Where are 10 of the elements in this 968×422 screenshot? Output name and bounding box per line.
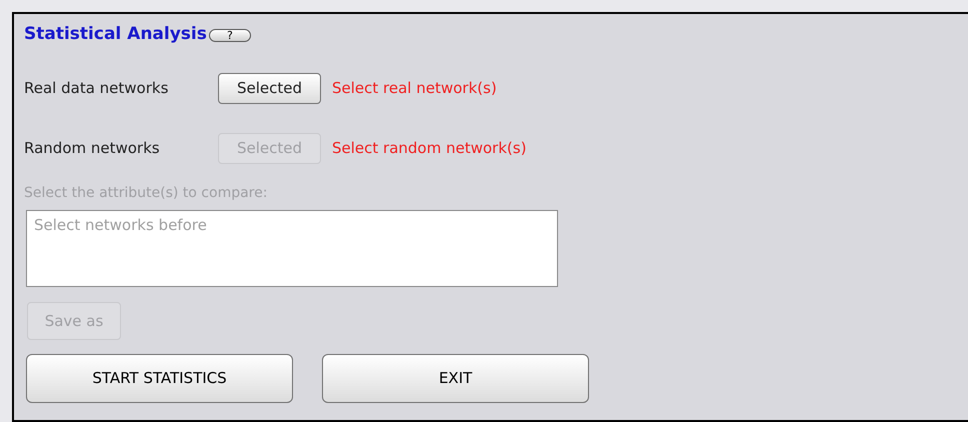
- action-button[interactable]: START STATISTICS: [26, 354, 293, 403]
- row-label: Real data networks: [24, 78, 170, 99]
- row-label: Random networks: [24, 138, 161, 159]
- attributes-label: Select the attribute(s) to compare:: [24, 184, 268, 203]
- status-message: Select real network(s): [332, 78, 497, 99]
- dialog-title: Statistical Analysis: [24, 23, 207, 46]
- action-button[interactable]: EXIT: [322, 354, 589, 403]
- select-button[interactable]: Selected: [218, 72, 321, 104]
- status-message: Select random network(s): [332, 138, 526, 159]
- help-button[interactable]: ?: [208, 28, 251, 42]
